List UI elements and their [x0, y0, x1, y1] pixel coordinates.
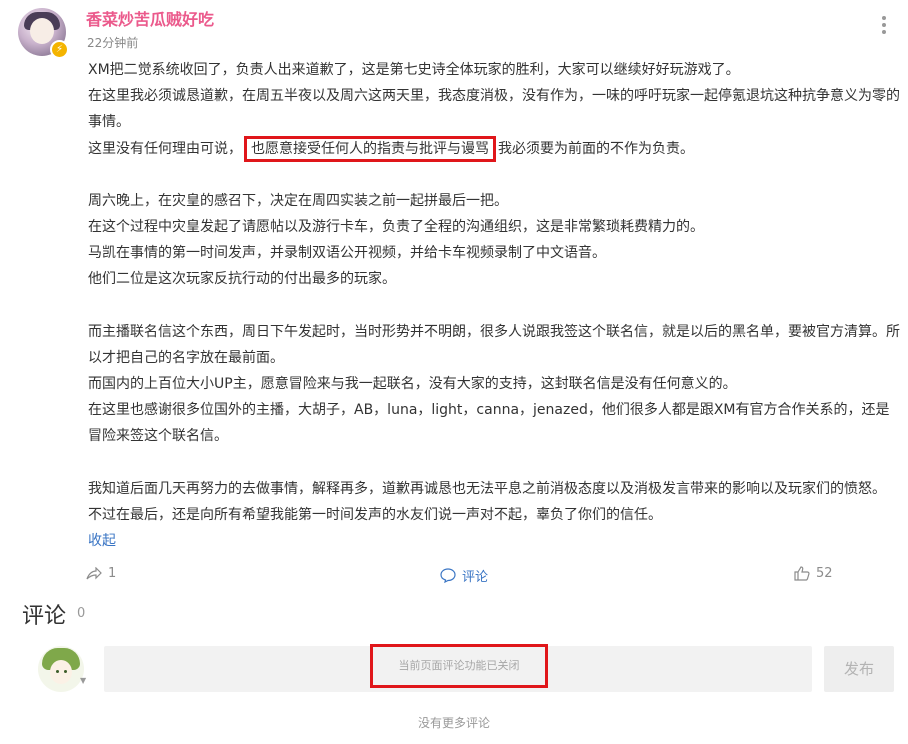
- post-paragraph: 不过在最后，还是向所有希望我能第一时间发声的水友们说一声对不起，辜负了你们的信任…: [88, 506, 662, 523]
- share-icon: [86, 566, 102, 579]
- share-button[interactable]: 1: [86, 566, 116, 581]
- collapse-link[interactable]: 收起: [88, 530, 116, 550]
- post-content: XM把二觉系统收回了，负责人出来道歉了，这是第七史诗全体玩家的胜利，大家可以继续…: [88, 57, 900, 528]
- post-paragraph: 而主播联名信这个东西，周日下午发起时，当时形势并不明朗，很多人说跟我签这个联名信…: [88, 323, 900, 366]
- comments-count: 0: [77, 606, 86, 621]
- post-paragraph: 而国内的上百位大小UP主，愿意冒险来与我一起联名，没有大家的支持，这封联名信是没…: [88, 376, 737, 393]
- like-count: 52: [816, 566, 833, 581]
- text-after-highlight: 我必须要为前面的不作为负责。: [498, 140, 694, 157]
- no-more-comments: 没有更多评论: [417, 716, 490, 730]
- post-paragraph: 马凯在事情的第一时间发声，并录制双语公开视频，并给卡车视频录制了中文语音。: [88, 245, 606, 262]
- submit-button[interactable]: 发布: [824, 646, 894, 692]
- comment-button[interactable]: 评论: [440, 566, 488, 585]
- post-paragraph: 这里没有任何理由可说， 也愿意接受任何人的指责与批评与谩骂 我必须要为前面的不作为负…: [88, 135, 900, 162]
- highlighted-text: 也愿意接受任何人的指责与批评与谩骂: [244, 135, 496, 162]
- comment-closed-notice: 当前页面评论功能已关闭: [370, 644, 548, 688]
- comment-label: 评论: [462, 570, 489, 585]
- post-paragraph: 在这里我必须诚恳道歉，在周五半夜以及周六这两天里，我态度消极，没有作为，一味的呼…: [88, 88, 900, 131]
- post-paragraph: 我知道后面几天再努力的去做事情，解释再多，道歉再诚恳也无法平息之前消极态度以及消…: [88, 480, 886, 497]
- verified-badge-icon: ⚡: [50, 40, 69, 59]
- user-avatar[interactable]: [38, 646, 84, 692]
- comment-icon: [440, 568, 456, 583]
- share-count: 1: [108, 566, 117, 581]
- post-paragraph: 他们二位是这次玩家反抗行动的付出最多的玩家。: [88, 271, 396, 288]
- post-paragraph: 在这里也感谢很多位国外的主播，大胡子，AB，luna，light，canna，j…: [88, 402, 890, 445]
- post-paragraph: 周六晚上，在灾皇的感召下，决定在周四实装之前一起拼最后一把。: [88, 192, 508, 209]
- post-paragraph: 在这个过程中灾皇发起了请愿帖以及游行卡车，负责了全程的沟通组织，这是非常繁琐耗费…: [88, 219, 704, 236]
- comments-title: 评论: [22, 604, 67, 629]
- post-paragraph: XM把二觉系统收回了，负责人出来道歉了，这是第七史诗全体玩家的胜利，大家可以继续…: [88, 62, 740, 78]
- post-time: 22分钟前: [87, 36, 139, 50]
- like-icon: [794, 566, 810, 581]
- chevron-down-icon[interactable]: ▼: [80, 676, 86, 685]
- like-button[interactable]: 52: [794, 566, 833, 581]
- more-vertical-icon[interactable]: [882, 16, 888, 37]
- author-name[interactable]: 香菜炒苦瓜贼好吃: [86, 6, 214, 30]
- text-before-highlight: 这里没有任何理由可说，: [88, 140, 242, 157]
